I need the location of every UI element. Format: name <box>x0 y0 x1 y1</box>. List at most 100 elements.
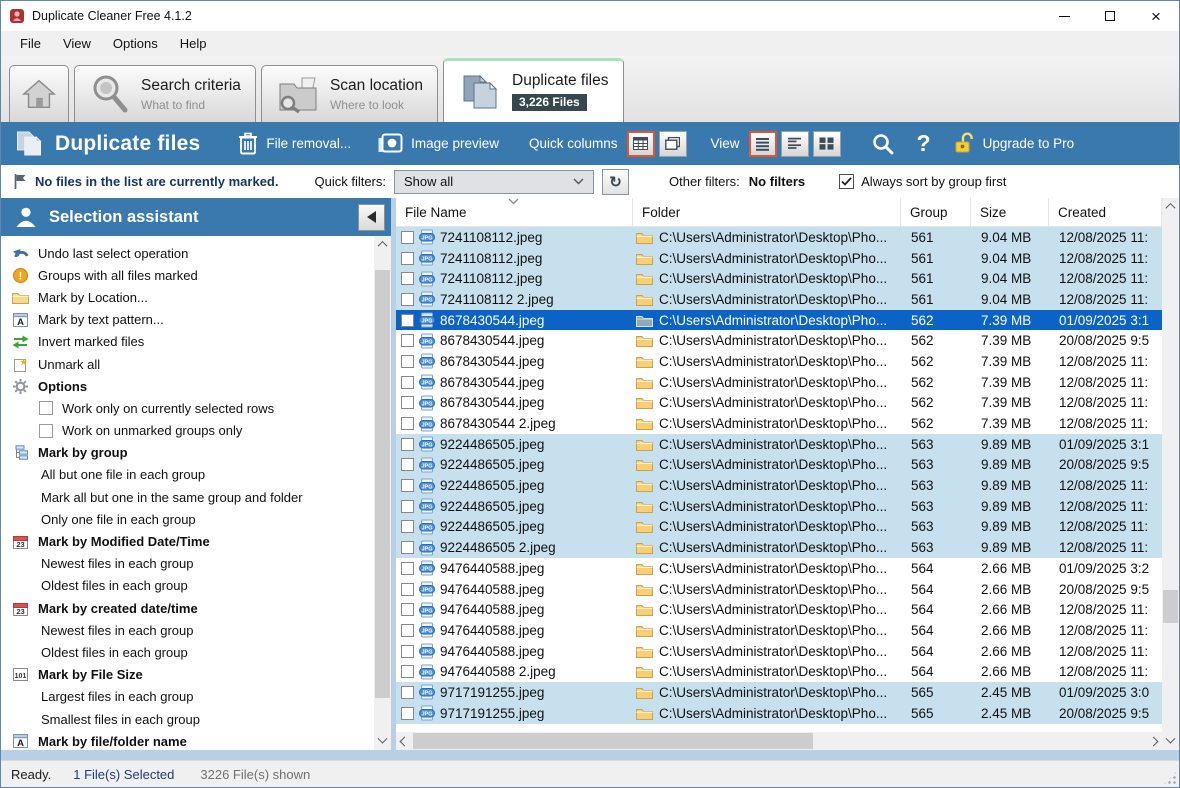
scrollbar-left-button[interactable] <box>396 732 413 750</box>
table-row[interactable]: JPG8678430544.jpegC:\Users\Administrator… <box>396 310 1162 331</box>
refresh-filter-button[interactable]: ↻ <box>602 169 629 195</box>
table-row[interactable]: JPG9224486505.jpegC:\Users\Administrator… <box>396 434 1162 455</box>
sidebar-item-oldest-files-in-each-group[interactable]: Oldest files in each group <box>1 641 374 663</box>
table-row[interactable]: JPG9717191255.jpegC:\Users\Administrator… <box>396 703 1162 724</box>
table-row[interactable]: JPG8678430544.jpegC:\Users\Administrator… <box>396 372 1162 393</box>
row-checkbox[interactable] <box>401 438 414 451</box>
column-header-folder[interactable]: Folder <box>633 198 901 226</box>
table-row[interactable]: JPG9717191255.jpegC:\Users\Administrator… <box>396 682 1162 703</box>
file-removal-button[interactable]: File removal... <box>266 136 351 151</box>
sidebar-item-all-but-one-file-in-each-group[interactable]: All but one file in each group <box>1 464 374 486</box>
scrollbar-up-button[interactable] <box>374 236 391 253</box>
tab-search-criteria[interactable]: Search criteria What to find <box>74 65 256 122</box>
scrollbar-thumb[interactable] <box>413 733 813 749</box>
table-row[interactable]: JPG9224486505.jpegC:\Users\Administrator… <box>396 475 1162 496</box>
resize-grip[interactable] <box>1163 771 1177 785</box>
sidebar-item-mark-all-but-one-in-the-same-group-and-folder[interactable]: Mark all but one in the same group and f… <box>1 486 374 508</box>
sidebar-item-newest-files-in-each-group[interactable]: Newest files in each group <box>1 619 374 641</box>
row-checkbox[interactable] <box>401 479 414 492</box>
menu-file[interactable]: File <box>9 31 52 56</box>
table-row[interactable]: JPG8678430544.jpegC:\Users\Administrator… <box>396 393 1162 414</box>
scrollbar-down-button[interactable] <box>1162 733 1179 750</box>
view-list-button[interactable] <box>749 131 777 157</box>
table-row[interactable]: JPG7241108112 2.jpegC:\Users\Administrat… <box>396 289 1162 310</box>
table-row[interactable]: JPG9224486505.jpegC:\Users\Administrator… <box>396 496 1162 517</box>
quick-columns-panes-button[interactable] <box>659 131 687 157</box>
table-row[interactable]: JPG9476440588.jpegC:\Users\Administrator… <box>396 579 1162 600</box>
row-checkbox[interactable] <box>401 334 414 347</box>
column-header-created[interactable]: Created <box>1049 198 1162 226</box>
row-checkbox[interactable] <box>401 520 414 533</box>
maximize-button[interactable] <box>1087 1 1133 31</box>
table-row[interactable]: JPG9476440588.jpegC:\Users\Administrator… <box>396 599 1162 620</box>
table-row[interactable]: JPG7241108112.jpegC:\Users\Administrator… <box>396 227 1162 248</box>
scrollbar-up-button[interactable] <box>1162 198 1179 215</box>
view-details-button[interactable] <box>781 131 809 157</box>
sidebar-scrollbar[interactable] <box>374 236 391 750</box>
column-header-size[interactable]: Size <box>971 198 1049 226</box>
tab-duplicate-files[interactable]: Duplicate files 3,226 Files <box>443 58 624 122</box>
table-row[interactable]: JPG8678430544.jpegC:\Users\Administrator… <box>396 330 1162 351</box>
table-row[interactable]: JPG9476440588 2.jpegC:\Users\Administrat… <box>396 661 1162 682</box>
row-checkbox[interactable] <box>401 624 414 637</box>
table-row[interactable]: JPG9224486505 2.jpegC:\Users\Administrat… <box>396 537 1162 558</box>
row-checkbox[interactable] <box>401 417 414 430</box>
sort-by-group-checkbox[interactable] <box>839 174 854 189</box>
table-row[interactable]: JPG7241108112.jpegC:\Users\Administrator… <box>396 268 1162 289</box>
table-row[interactable]: JPG9224486505.jpegC:\Users\Administrator… <box>396 455 1162 476</box>
table-row[interactable]: JPG8678430544 2.jpegC:\Users\Administrat… <box>396 413 1162 434</box>
menu-help[interactable]: Help <box>169 31 218 56</box>
row-checkbox[interactable] <box>401 562 414 575</box>
sidebar-item-mark-by-location[interactable]: Mark by Location... <box>1 286 374 308</box>
quick-filters-dropdown[interactable]: Show all <box>394 170 594 194</box>
sidebar-item-groups-with-all-files-marked[interactable]: !Groups with all files marked <box>1 264 374 286</box>
table-row[interactable]: JPG9224486505.jpegC:\Users\Administrator… <box>396 517 1162 538</box>
sidebar-item-mark-by-text-pattern[interactable]: AMark by text pattern... <box>1 309 374 331</box>
scrollbar-thumb[interactable] <box>1163 590 1178 623</box>
column-header-group[interactable]: Group <box>901 198 971 226</box>
row-checkbox[interactable] <box>401 645 414 658</box>
checkbox[interactable] <box>39 424 53 438</box>
sidebar-item-work-only-on-currently-selected-rows[interactable]: Work only on currently selected rows <box>1 397 374 419</box>
sidebar-item-work-on-unmarked-groups-only[interactable]: Work on unmarked groups only <box>1 420 374 442</box>
sidebar-item-newest-files-in-each-group[interactable]: Newest files in each group <box>1 553 374 575</box>
table-row[interactable]: JPG9476440588.jpegC:\Users\Administrator… <box>396 558 1162 579</box>
row-checkbox[interactable] <box>401 252 414 265</box>
help-button[interactable]: ? <box>917 130 931 157</box>
image-preview-button[interactable]: Image preview <box>411 136 499 151</box>
sidebar-item-unmark-all[interactable]: ★Unmark all <box>1 353 374 375</box>
collapse-sidebar-button[interactable] <box>358 204 385 231</box>
search-button[interactable] <box>871 132 895 156</box>
table-row[interactable]: JPG8678430544.jpegC:\Users\Administrator… <box>396 351 1162 372</box>
table-row[interactable]: JPG7241108112.jpegC:\Users\Administrator… <box>396 248 1162 269</box>
row-checkbox[interactable] <box>401 314 414 327</box>
row-checkbox[interactable] <box>401 272 414 285</box>
row-checkbox[interactable] <box>401 686 414 699</box>
sidebar-item-largest-files-in-each-group[interactable]: Largest files in each group <box>1 686 374 708</box>
row-checkbox[interactable] <box>401 603 414 616</box>
minimize-button[interactable] <box>1041 1 1087 31</box>
table-row[interactable]: JPG9476440588.jpegC:\Users\Administrator… <box>396 620 1162 641</box>
scrollbar-down-button[interactable] <box>374 733 391 750</box>
row-checkbox[interactable] <box>401 583 414 596</box>
row-checkbox[interactable] <box>401 376 414 389</box>
row-checkbox[interactable] <box>401 541 414 554</box>
tab-scan-location[interactable]: Scan location Where to look <box>261 65 438 122</box>
menu-options[interactable]: Options <box>102 31 169 56</box>
sidebar-item-smallest-files-in-each-group[interactable]: Smallest files in each group <box>1 708 374 730</box>
menu-view[interactable]: View <box>52 31 102 56</box>
row-checkbox[interactable] <box>401 396 414 409</box>
upgrade-to-pro-button[interactable]: Upgrade to Pro <box>983 136 1075 151</box>
tab-home[interactable] <box>9 65 69 122</box>
sidebar-item-undo-last-select-operation[interactable]: Undo last select operation <box>1 242 374 264</box>
table-row[interactable]: JPG9476440588.jpegC:\Users\Administrator… <box>396 641 1162 662</box>
row-checkbox[interactable] <box>401 231 414 244</box>
row-checkbox[interactable] <box>401 355 414 368</box>
vertical-scrollbar[interactable] <box>1162 198 1179 750</box>
row-checkbox[interactable] <box>401 500 414 513</box>
horizontal-scrollbar[interactable] <box>396 732 1162 750</box>
row-checkbox[interactable] <box>401 707 414 720</box>
sidebar-item-only-one-file-in-each-group[interactable]: Only one file in each group <box>1 508 374 530</box>
quick-columns-grid-button[interactable] <box>627 131 655 157</box>
row-checkbox[interactable] <box>401 458 414 471</box>
